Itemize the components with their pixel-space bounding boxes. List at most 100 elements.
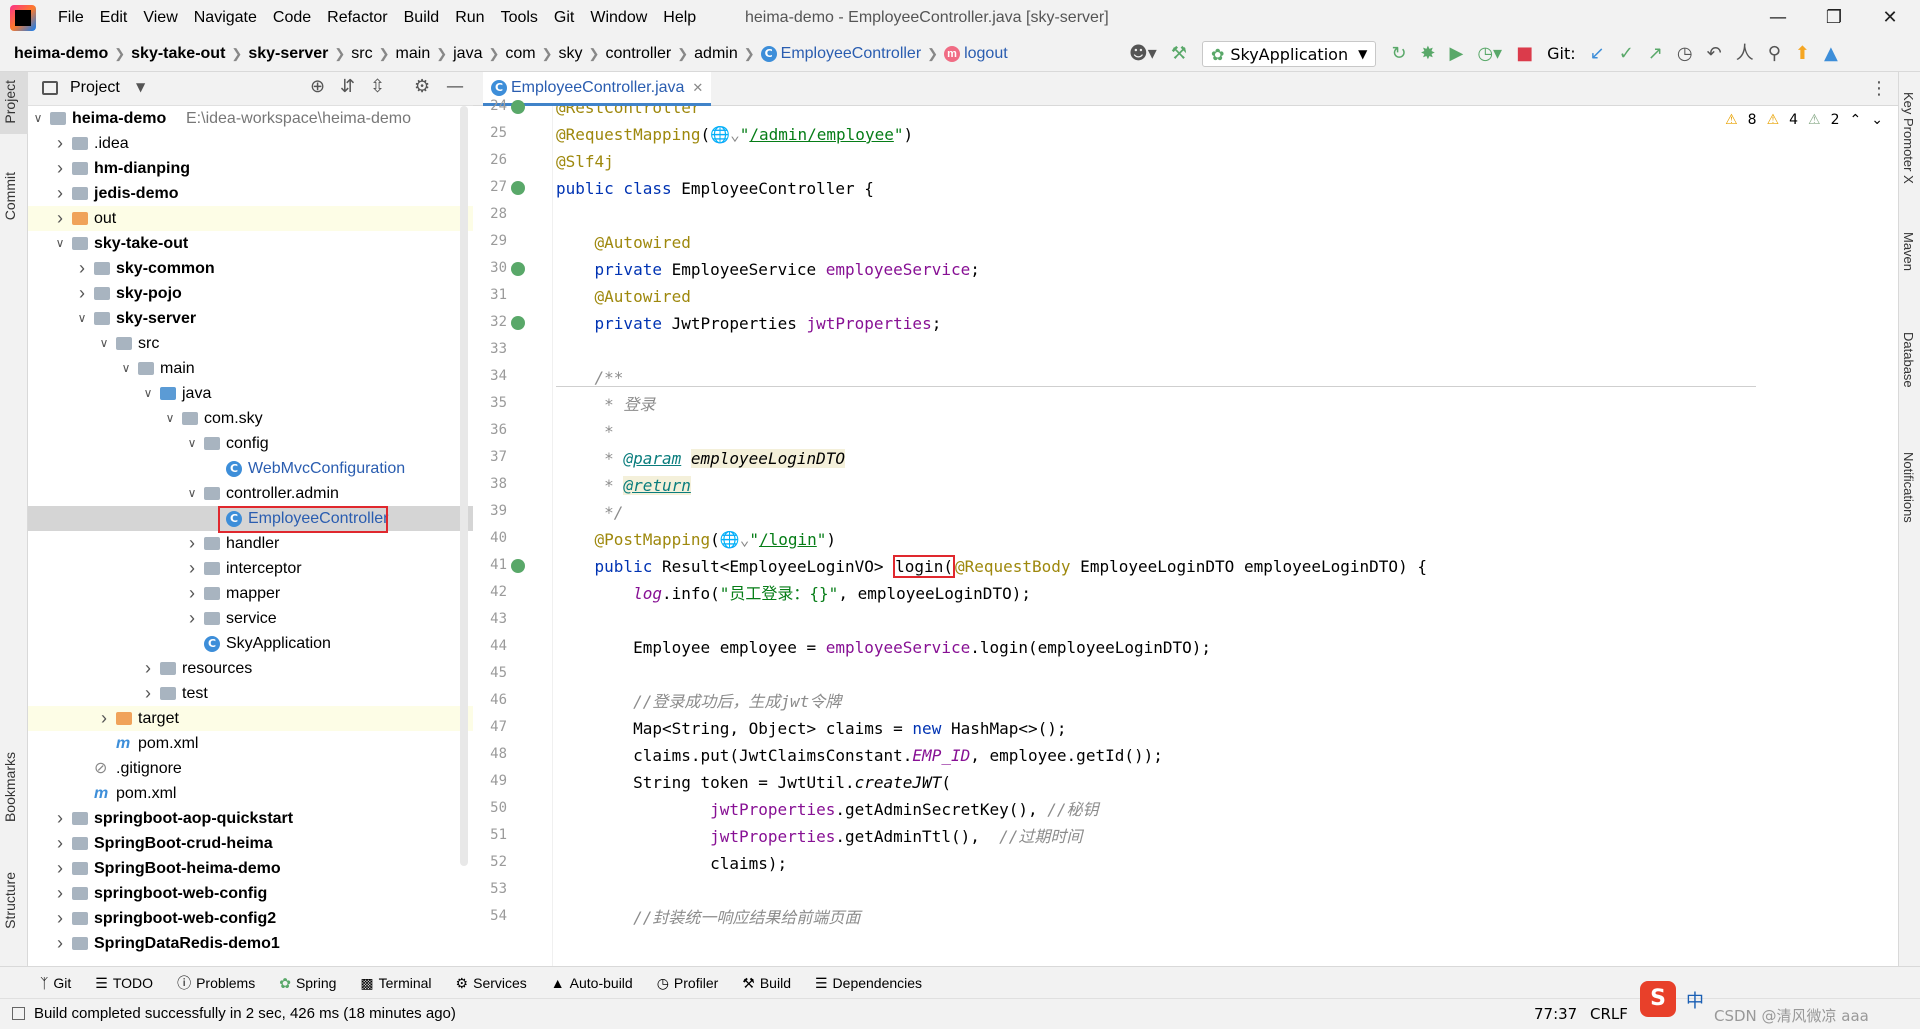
- tool-tab-git[interactable]: ᛉ Git: [40, 967, 71, 999]
- debug-icon[interactable]: ✸: [1420, 36, 1435, 72]
- tree-row[interactable]: › interceptor: [28, 556, 473, 581]
- chevron-right-icon[interactable]: ›: [186, 606, 198, 631]
- git-update-icon[interactable]: ↙: [1590, 36, 1605, 72]
- chevron-right-icon[interactable]: ›: [54, 881, 66, 906]
- gear-icon[interactable]: ⚙: [414, 76, 430, 97]
- more-icon[interactable]: ⋮: [1870, 78, 1888, 99]
- tree-row[interactable]: C SkyApplication: [28, 631, 473, 656]
- tool-tab-terminal[interactable]: ▩ Terminal: [360, 967, 431, 999]
- history-icon[interactable]: ◷: [1677, 36, 1693, 72]
- tool-tab-commit[interactable]: Commit: [2, 172, 18, 220]
- user-icon[interactable]: ☻▾: [1129, 36, 1157, 72]
- run-configuration-select[interactable]: ✿ SkyApplication ▼: [1201, 41, 1377, 67]
- chevron-down-icon[interactable]: ▼: [136, 80, 145, 94]
- chevron-right-icon[interactable]: ›: [54, 906, 66, 931]
- chevron-right-icon[interactable]: ›: [186, 581, 198, 606]
- tool-tab-notifications[interactable]: Notifications: [1901, 452, 1916, 523]
- git-push-icon[interactable]: ↗: [1648, 36, 1663, 72]
- chevron-down-icon[interactable]: ∨: [76, 306, 88, 331]
- tree-row[interactable]: C WebMvcConfiguration: [28, 456, 473, 481]
- update-icon[interactable]: ⬆: [1795, 36, 1810, 72]
- caret-position[interactable]: 77:37: [1534, 1005, 1577, 1023]
- spring-bean-gutter-icon[interactable]: [511, 559, 525, 573]
- chevron-right-icon[interactable]: ›: [54, 206, 66, 231]
- profile-icon[interactable]: ◷▾: [1477, 36, 1502, 72]
- tree-row[interactable]: ∨ sky-take-out: [28, 231, 473, 256]
- hide-panel-icon[interactable]: —: [446, 76, 464, 97]
- build-hammer-icon[interactable]: ⚒: [1171, 36, 1187, 72]
- breadcrumb-com[interactable]: com: [505, 36, 535, 72]
- chevron-right-icon[interactable]: ›: [98, 706, 110, 731]
- menu-view[interactable]: View: [135, 0, 185, 36]
- tool-tab-key-promoter[interactable]: Key Promoter X: [1901, 92, 1916, 184]
- chevron-right-icon[interactable]: ›: [186, 556, 198, 581]
- close-icon[interactable]: ✕: [1862, 0, 1918, 36]
- tool-tab-build[interactable]: ⚒ Build: [742, 967, 791, 999]
- coverage-icon[interactable]: ▶: [1450, 36, 1464, 72]
- menu-edit[interactable]: Edit: [92, 0, 136, 36]
- breadcrumb-main[interactable]: main: [396, 36, 431, 72]
- tool-tab-project[interactable]: Project: [2, 80, 18, 124]
- chevron-up-icon[interactable]: ⌃: [1850, 112, 1862, 128]
- tree-row[interactable]: › SpringBoot-crud-heima: [28, 831, 473, 856]
- minimize-icon[interactable]: —: [1750, 0, 1806, 36]
- chevron-down-icon[interactable]: ∨: [164, 406, 176, 431]
- menu-tools[interactable]: Tools: [493, 0, 546, 36]
- chevron-right-icon[interactable]: ›: [186, 531, 198, 556]
- tool-tab-dependencies[interactable]: ☰ Dependencies: [815, 967, 922, 999]
- chevron-right-icon[interactable]: ›: [142, 656, 154, 681]
- tool-tab-profiler[interactable]: ◷ Profiler: [657, 967, 719, 999]
- ime-logo-icon[interactable]: S: [1640, 981, 1676, 1017]
- breadcrumb-src[interactable]: src: [351, 36, 372, 72]
- breadcrumb-admin[interactable]: admin: [694, 36, 738, 72]
- collapse-all-icon[interactable]: ⇳: [370, 76, 385, 97]
- search-icon[interactable]: ⚲: [1768, 36, 1781, 72]
- tree-row[interactable]: ⊘ .gitignore: [28, 756, 473, 781]
- menu-run[interactable]: Run: [447, 0, 492, 36]
- tree-row[interactable]: ∨ src: [28, 331, 473, 356]
- chevron-right-icon[interactable]: ›: [54, 831, 66, 856]
- breadcrumb-controller[interactable]: controller: [605, 36, 671, 72]
- tree-row[interactable]: › springboot-web-config: [28, 881, 473, 906]
- menu-build[interactable]: Build: [396, 0, 448, 36]
- tree-row[interactable]: › sky-pojo: [28, 281, 473, 306]
- translate-icon[interactable]: 人: [1736, 36, 1754, 72]
- menu-refactor[interactable]: Refactor: [319, 0, 395, 36]
- tree-row[interactable]: › test: [28, 681, 473, 706]
- project-panel-title[interactable]: Project: [70, 79, 120, 97]
- tree-row[interactable]: › hm-dianping: [28, 156, 473, 181]
- tool-tab-structure[interactable]: Structure: [2, 872, 18, 929]
- tree-row[interactable]: › springboot-aop-quickstart: [28, 806, 473, 831]
- tool-tab-bookmarks[interactable]: Bookmarks: [2, 752, 18, 822]
- spring-bean-gutter-icon[interactable]: [511, 181, 525, 195]
- tree-row[interactable]: ∨ heima-demo E:\idea-workspace\heima-demo: [28, 106, 473, 131]
- breadcrumb-sky[interactable]: sky: [559, 36, 583, 72]
- tree-row[interactable]: › SpringDataRedis-demo1: [28, 931, 473, 956]
- tree-row[interactable]: › service: [28, 606, 473, 631]
- locate-icon[interactable]: ⊕: [310, 76, 325, 97]
- menu-code[interactable]: Code: [265, 0, 319, 36]
- expand-all-icon[interactable]: ⇵: [340, 76, 355, 97]
- chevron-right-icon[interactable]: ›: [54, 856, 66, 881]
- breadcrumb-logout[interactable]: logout: [964, 36, 1008, 72]
- ime-chinese-icon[interactable]: 中: [1686, 987, 1704, 1013]
- close-tab-icon[interactable]: ✕: [692, 80, 703, 96]
- menu-help[interactable]: Help: [655, 0, 704, 36]
- tree-row[interactable]: › SpringBoot-heima-demo: [28, 856, 473, 881]
- tool-tab-database[interactable]: Database: [1901, 332, 1916, 388]
- chevron-right-icon[interactable]: ›: [54, 931, 66, 956]
- chevron-down-icon[interactable]: ∨: [32, 106, 44, 131]
- breadcrumb-sky-take-out[interactable]: sky-take-out: [131, 36, 225, 72]
- spring-bean-gutter-icon[interactable]: [511, 316, 525, 330]
- tree-row[interactable]: ∨ sky-server: [28, 306, 473, 331]
- menu-file[interactable]: File: [50, 0, 92, 36]
- chevron-right-icon[interactable]: ›: [54, 181, 66, 206]
- tool-tab-spring[interactable]: ✿ Spring: [279, 967, 336, 999]
- line-separator[interactable]: CRLF: [1590, 1005, 1628, 1023]
- tree-row[interactable]: m pom.xml: [28, 781, 473, 806]
- chevron-down-icon[interactable]: ∨: [186, 481, 198, 506]
- tree-row[interactable]: ∨ java: [28, 381, 473, 406]
- tree-scrollbar[interactable]: [460, 106, 468, 866]
- tree-row[interactable]: › handler: [28, 531, 473, 556]
- chevron-right-icon[interactable]: ›: [54, 131, 66, 156]
